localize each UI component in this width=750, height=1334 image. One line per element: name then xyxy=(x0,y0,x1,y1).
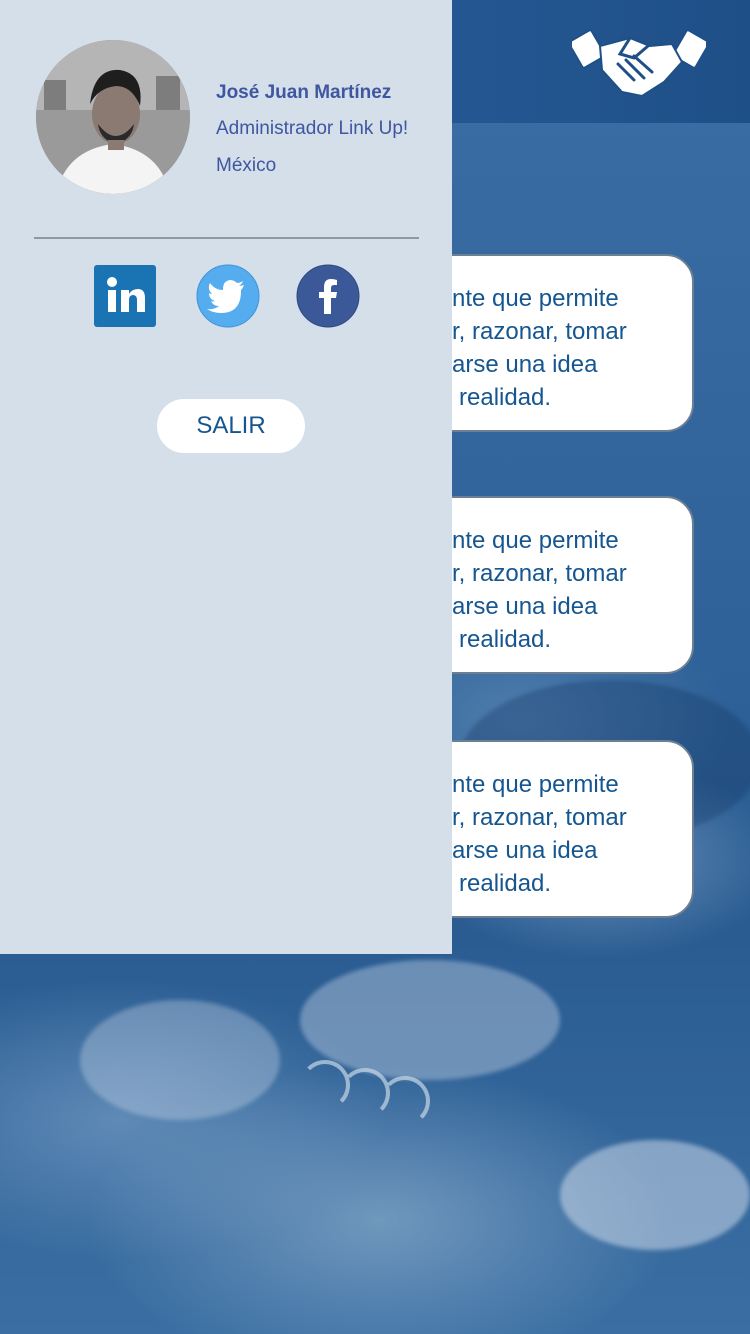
linkedin-icon[interactable] xyxy=(93,264,157,328)
side-drawer: José Juan Martínez Administrador Link Up… xyxy=(0,0,452,954)
user-role: Administrador Link Up! xyxy=(216,118,409,139)
divider xyxy=(34,237,419,239)
handshake-icon xyxy=(567,24,711,100)
avatar xyxy=(36,40,190,194)
user-name: José Juan Martínez xyxy=(216,82,392,103)
twitter-icon[interactable] xyxy=(196,264,260,328)
logout-button[interactable]: SALIR xyxy=(157,399,305,453)
user-country: México xyxy=(216,155,277,176)
facebook-icon[interactable] xyxy=(296,264,360,328)
